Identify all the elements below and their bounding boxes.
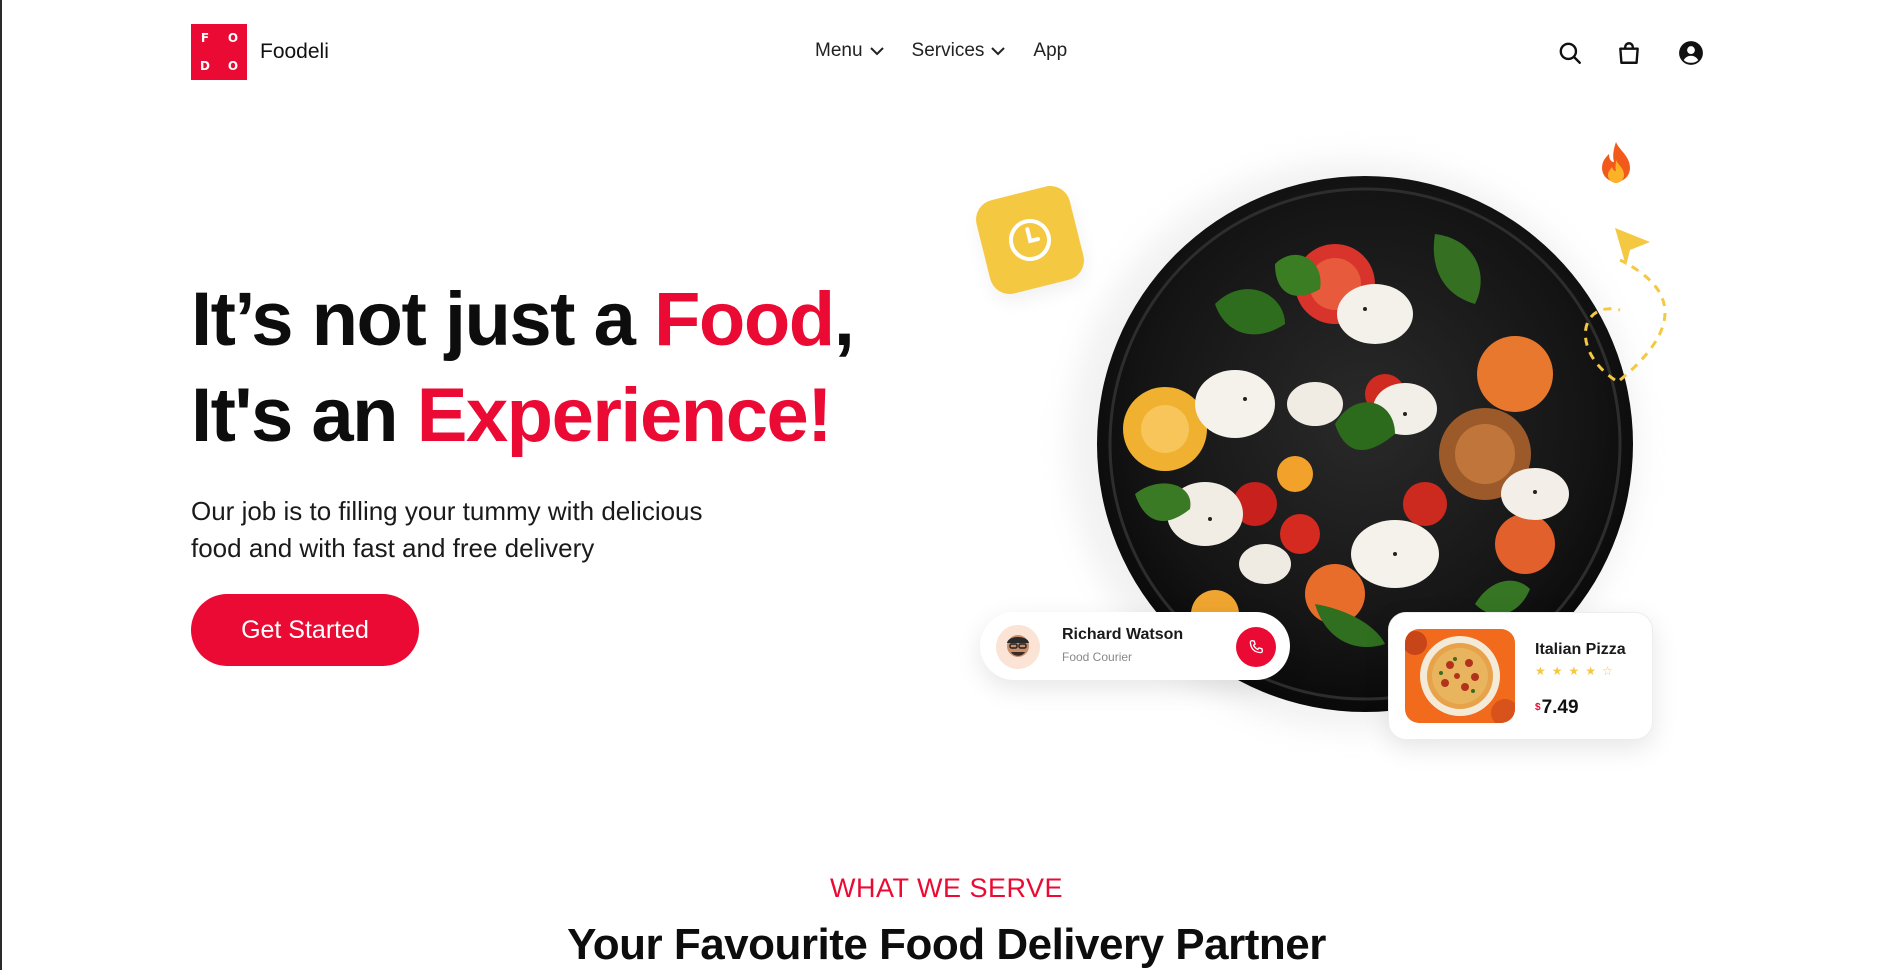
nav-item-label: Services <box>911 40 985 61</box>
price-value: 7.49 <box>1541 697 1579 718</box>
nav-item-app[interactable]: App <box>1033 40 1067 62</box>
pizza-name: Italian Pizza <box>1535 641 1626 658</box>
phone-icon <box>1249 639 1264 654</box>
section-title: Your Favourite Food Delivery Partner <box>567 920 1326 969</box>
hero-headline: It’s not just a Food, It's an Experience… <box>191 272 855 464</box>
headline-line-1: It’s not just a Food, <box>191 272 855 368</box>
hero-subtext: Our job is to filling your tummy with de… <box>191 493 791 567</box>
chevron-down-icon <box>991 46 1006 55</box>
pizza-card[interactable]: Italian Pizza ★★★★☆ $7.49 <box>1388 612 1653 740</box>
courier-name: Richard Watson <box>1062 626 1184 643</box>
headline-text: It's an <box>191 373 417 458</box>
nav-item-services[interactable]: Services <box>912 40 1006 62</box>
price-currency: $ <box>1535 702 1541 714</box>
fire-icon <box>1602 142 1630 183</box>
user-account-icon[interactable] <box>1678 40 1704 66</box>
courier-avatar <box>996 625 1040 669</box>
section-eyebrow: WHAT WE SERVE <box>829 873 1064 903</box>
courier-card: Richard Watson Food Courier <box>980 612 1290 680</box>
pizza-rating-stars: ★★★★☆ <box>1535 664 1619 678</box>
call-courier-button[interactable] <box>1236 627 1276 667</box>
get-started-button[interactable]: Get Started <box>191 594 419 666</box>
brand-name[interactable]: Foodeli <box>260 40 329 64</box>
headline-line-2: It's an Experience! <box>191 368 853 464</box>
clock-badge <box>971 181 1089 299</box>
shopping-bag-icon[interactable] <box>1616 40 1642 66</box>
pizza-price: $7.49 <box>1535 697 1579 719</box>
star-filled-icon: ★ <box>1585 664 1603 678</box>
star-empty-icon: ☆ <box>1602 664 1619 678</box>
search-icon[interactable] <box>1557 40 1583 66</box>
headline-accent-experience: Experience! <box>416 373 833 458</box>
star-filled-icon: ★ <box>1551 664 1569 678</box>
window-edge <box>0 0 2 970</box>
nav-item-label: Menu <box>815 40 863 61</box>
chevron-down-icon <box>869 46 884 55</box>
clock-icon <box>1009 219 1051 261</box>
main-nav: Menu Services App <box>815 40 1095 62</box>
nav-item-label: App <box>1033 40 1068 61</box>
nav-item-menu[interactable]: Menu <box>815 40 884 62</box>
dashed-arrow-decoration <box>1583 228 1667 382</box>
logo-letter: O <box>227 31 239 45</box>
courier-role: Food Courier <box>1062 650 1133 664</box>
headline-comma: , <box>833 277 855 362</box>
foodeli-logo[interactable]: F O D O <box>191 24 247 80</box>
star-filled-icon: ★ <box>1568 664 1586 678</box>
pizza-image <box>1405 629 1515 723</box>
headline-accent-food: Food <box>654 277 835 362</box>
logo-letter: D <box>200 59 210 73</box>
subtext-line: Our job is to filling your tummy with de… <box>191 496 703 526</box>
headline-text: It’s not just a <box>191 277 654 362</box>
star-filled-icon: ★ <box>1535 664 1552 678</box>
logo-letter: F <box>200 31 210 45</box>
logo-letter: O <box>227 59 239 73</box>
subtext-line: food and with fast and free delivery <box>191 533 595 563</box>
